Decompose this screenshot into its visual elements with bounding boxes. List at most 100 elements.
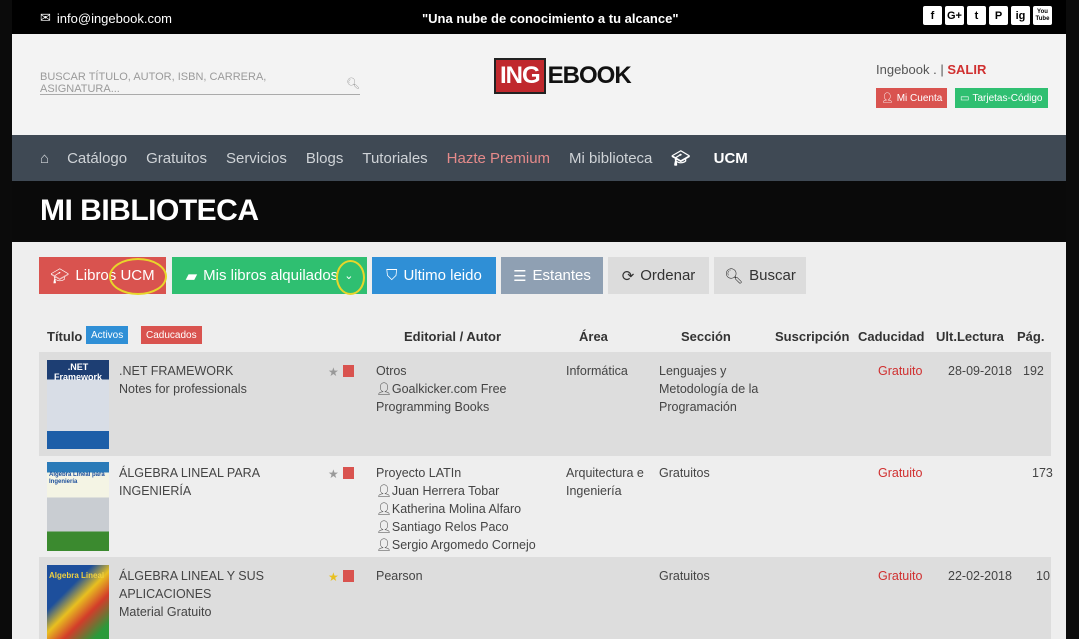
shelf-icon[interactable] [342,467,354,479]
book-cover[interactable]: Algebra Lineal [47,565,109,639]
list-icon: ☰ [513,267,527,285]
nav-item-tutoriales[interactable]: Tutoriales [362,150,427,167]
tab-estantes-label: Estantes [532,267,591,284]
star-icon[interactable]: ★ [328,570,339,584]
filter-caducados[interactable]: Caducados [141,326,202,344]
user-name: Ingebook . [876,62,937,77]
paginas: 10 [1036,569,1050,583]
email-link[interactable]: ✉ info@ingebook.com [40,10,172,26]
editorial: Pearson [376,569,423,583]
home-icon[interactable]: ⌂ [40,150,49,167]
my-account-label: Mi Cuenta [896,92,943,104]
row-actions: ★ [328,365,354,379]
author: 👤︎Juan Herrera Tobar [376,484,500,498]
filter-activos[interactable]: Activos [86,326,129,344]
tab-ultimo-label: Ultimo leido [403,267,482,284]
tab-ultimo-leido[interactable]: ⛉ Ultimo leido [372,257,496,294]
google-plus-icon[interactable]: G+ [945,6,964,25]
nav-item-servicios[interactable]: Servicios [226,150,287,167]
author: 👤︎Santiago Relos Paco [376,520,509,534]
sort-button[interactable]: ⟳ Ordenar [608,257,709,294]
search-icon: 🔍︎ [724,267,744,285]
logo-ebook: EBOOK [547,62,632,89]
email-text: info@ingebook.com [56,10,173,26]
search-label: Buscar [749,267,796,284]
area: Informática [566,364,628,378]
user-icon: 👤︎ [376,520,392,534]
bookmark-icon: ⛉ [386,267,398,284]
book-subtitle: Notes for professionals [119,382,247,396]
caducidad: Gratuito [878,466,923,480]
shelf-icon[interactable] [342,365,354,377]
table-row[interactable]: .NET Framework .NET FRAMEWORK Notes for … [39,352,1051,456]
author: 👤︎Sergio Argomedo Cornejo [376,538,536,552]
search-icon[interactable]: 🔍︎ [346,77,360,90]
table-row[interactable]: Algebra Lineal para Ingeniería ÁLGEBRA L… [39,456,1053,557]
cards-code-label: Tarjetas-Código [972,92,1043,104]
col-header-area[interactable]: Área [579,329,608,344]
row-actions: ★ [328,467,354,481]
ingebook-logo[interactable]: ING EBOOK [494,58,632,94]
caducidad: Gratuito [878,364,923,378]
book-title[interactable]: ÁLGEBRA LINEAL PARA INGENIERÍA [119,464,269,500]
instagram-icon[interactable]: ig [1011,6,1030,25]
star-icon[interactable]: ★ [328,467,339,481]
logout-link[interactable]: SALIR [947,62,986,77]
table-row[interactable]: Algebra Lineal ÁLGEBRA LINEAL Y SUS APLI… [39,557,1051,639]
main-nav: ⌂ Catálogo Gratuitos Servicios Blogs Tut… [12,135,1066,181]
nav-item-gratuitos[interactable]: Gratuitos [146,150,207,167]
slogan: "Una nube de conocimiento a tu alcance" [422,11,679,26]
nav-item-premium[interactable]: Hazte Premium [447,150,550,167]
nav-item-mi-biblioteca[interactable]: Mi biblioteca [569,150,652,167]
cover-title: Algebra Lineal [49,571,105,580]
nav-item-catalogo[interactable]: Catálogo [67,150,127,167]
page-title: MI BIBLIOTECA [40,194,259,227]
facebook-icon[interactable]: f [923,6,942,25]
search-button[interactable]: 🔍︎ Buscar [714,257,806,294]
book-cover[interactable]: .NET Framework [47,360,109,449]
my-account-button[interactable]: 👤︎ Mi Cuenta [876,88,948,108]
tab-estantes[interactable]: ☰ Estantes [501,257,603,294]
site-header: BUSCAR TÍTULO, AUTOR, ISBN, CARRERA, ASI… [12,34,1066,135]
seccion: Gratuitos [659,569,710,583]
book-title[interactable]: .NET FRAMEWORK [119,362,233,380]
col-header-editorial[interactable]: Editorial / Autor [404,329,501,344]
tab-mis-libros-label: Mis libros alquilados [203,267,339,284]
area: Arquitectura e Ingeniería [566,466,644,498]
user-icon: 👤︎ [881,92,894,104]
cards-code-button[interactable]: ▭ Tarjetas-Código [955,88,1048,108]
social-links: f G+ t P ig You Tube [923,6,1052,25]
nav-item-ucm[interactable]: 🎓︎ UCM [671,149,766,167]
shelf-icon[interactable] [342,570,354,582]
credit-card-icon: ▭ [960,92,970,104]
book-title[interactable]: ÁLGEBRA LINEAL Y SUS APLICACIONES [119,567,269,603]
col-header-titulo[interactable]: Título [47,329,82,344]
col-header-seccion[interactable]: Sección [681,329,731,344]
paginas: 173 [1032,466,1053,480]
seccion: Lenguajes y Metodología de la Programaci… [659,364,759,414]
star-icon[interactable]: ★ [328,365,339,379]
youtube-icon[interactable]: You Tube [1033,6,1052,25]
annotation-circle [109,258,167,295]
nav-item-ucm-label: UCM [713,150,748,167]
cover-title: .NET Framework [53,362,103,382]
mail-icon: ✉ [40,10,51,25]
col-header-pag[interactable]: Pág. [1017,329,1044,344]
book-icon: ▰ [185,267,198,285]
refresh-icon: ⟳ [621,267,635,285]
col-header-suscripcion[interactable]: Suscripción [775,329,849,344]
book-subtitle: Material Gratuito [119,605,212,619]
pinterest-icon[interactable]: P [989,6,1008,25]
col-header-caducidad[interactable]: Caducidad [858,329,924,344]
book-cover[interactable]: Algebra Lineal para Ingeniería [47,462,109,551]
ult-lectura: 22-02-2018 [948,569,1012,583]
nav-item-blogs[interactable]: Blogs [306,150,344,167]
search-placeholder: BUSCAR TÍTULO, AUTOR, ISBN, CARRERA, ASI… [40,71,267,95]
search-input[interactable]: BUSCAR TÍTULO, AUTOR, ISBN, CARRERA, ASI… [40,71,360,95]
twitter-icon[interactable]: t [967,6,986,25]
separator: | [940,62,944,77]
col-header-ult-lectura[interactable]: Ult.Lectura [936,329,1004,344]
sort-label: Ordenar [640,267,696,284]
annotation-circle [336,260,365,295]
logo-ing: ING [494,58,546,94]
